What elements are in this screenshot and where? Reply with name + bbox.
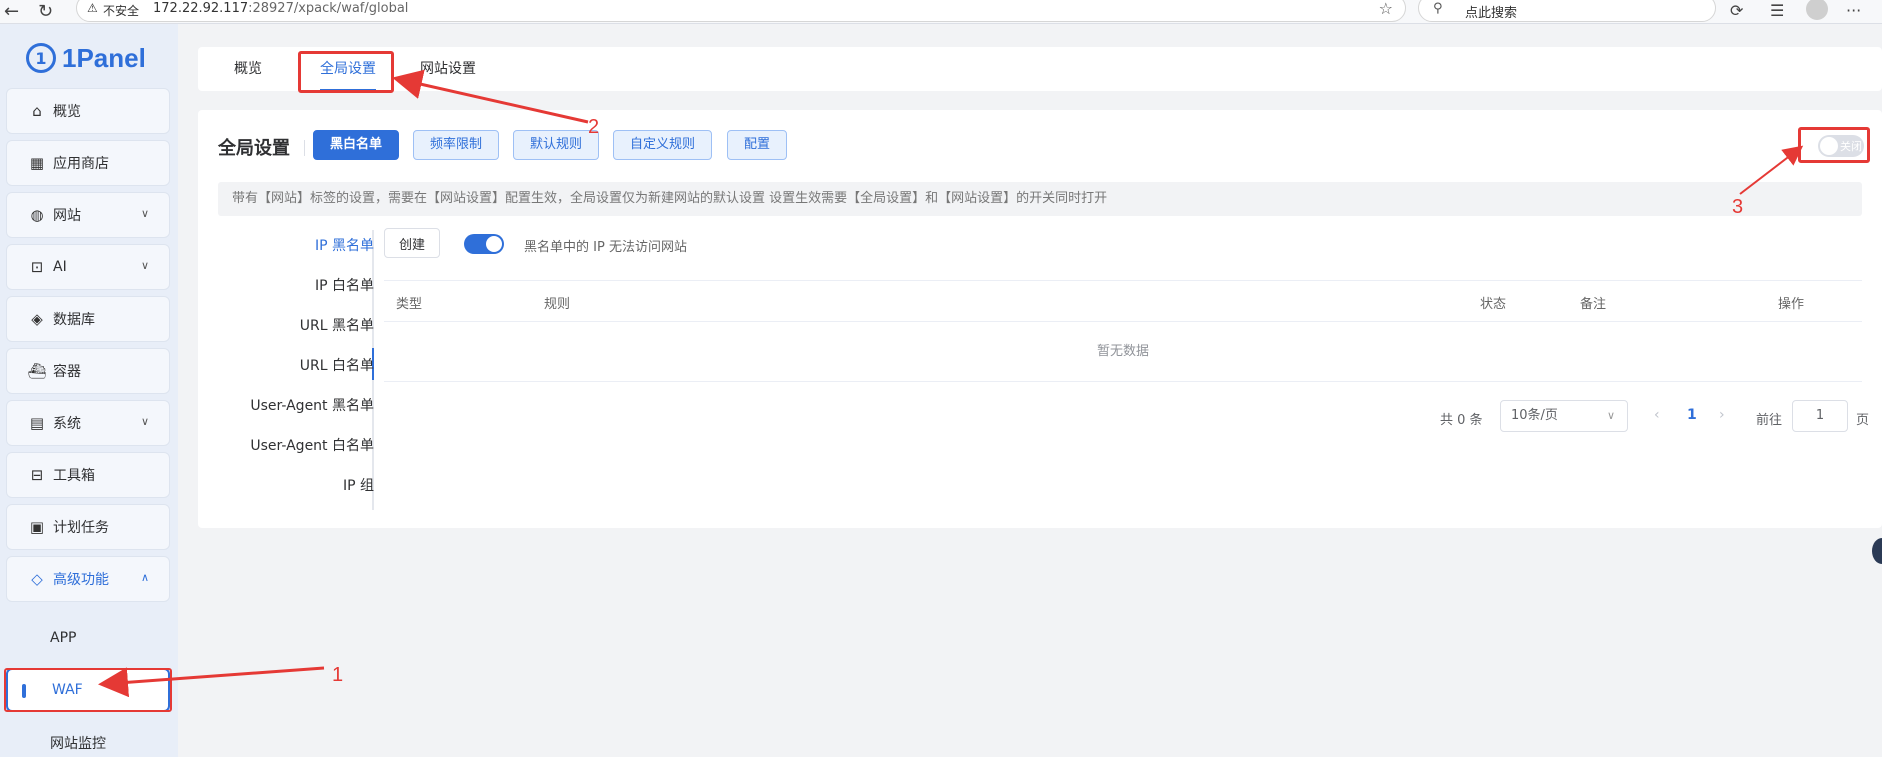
empty-state: 暂无数据: [384, 322, 1862, 382]
chevron-down-icon: ∨: [140, 415, 149, 428]
highlight-box-global-tab: [298, 51, 394, 93]
create-button[interactable]: 创建: [384, 228, 441, 258]
goto-label: 前往: [1756, 413, 1783, 428]
chevron-down-icon: ∨: [140, 207, 149, 220]
browser-toolbar: ← ↻ ⚠ 不安全 172.22.92.117:28927/xpack/waf/…: [0, 0, 1882, 24]
page-title: 全局设置: [218, 138, 290, 159]
highlight-box-toggle: [1798, 127, 1870, 163]
search-placeholder: 点此搜索: [1465, 6, 1518, 21]
nav-ua-blacklist[interactable]: User-Agent 黑名单: [250, 394, 374, 418]
favorites-icon[interactable]: ☰: [1770, 1, 1784, 20]
chevron-down-icon: ∨: [140, 259, 149, 272]
rate-limit-button[interactable]: 频率限制: [413, 130, 500, 160]
sidebar-item-advanced[interactable]: ◇ 高级功能 ∧: [6, 556, 170, 602]
sidebar-item-app-store[interactable]: ▦ 应用商店: [6, 140, 170, 186]
tab-website-settings[interactable]: 网站设置: [420, 47, 476, 91]
back-arrow-icon[interactable]: ←: [4, 1, 19, 22]
sidebar-item-database[interactable]: ◈ 数据库: [6, 296, 170, 342]
toolbox-icon: ⊟: [30, 466, 44, 484]
title-divider: [304, 140, 305, 156]
sidebar-item-ai[interactable]: ⊡ AI ∨: [6, 244, 170, 290]
sidebar-item-website[interactable]: ◍ 网站 ∨: [6, 192, 170, 238]
goto-unit: 页: [1856, 413, 1870, 428]
container-icon: ⛴: [27, 362, 47, 380]
current-page[interactable]: 1: [1687, 407, 1697, 423]
grid-icon: ▦: [29, 154, 45, 172]
floating-assistant-icon[interactable]: [1872, 538, 1882, 564]
blacklist-whitelist-button[interactable]: 黑白名单: [313, 130, 400, 160]
logo-icon: 1: [26, 43, 56, 73]
annotation-number: 2: [588, 116, 600, 138]
ip-blacklist-toggle[interactable]: [464, 234, 504, 254]
custom-rules-button[interactable]: 自定义规则: [613, 130, 713, 160]
sidebar-item-toolbox[interactable]: ⊟ 工具箱: [6, 452, 170, 498]
annotation-number: 3: [1732, 196, 1744, 218]
url-text: 172.22.92.117:28927/xpack/waf/global: [153, 1, 409, 16]
toggle-description: 黑名单中的 IP 无法访问网站: [524, 240, 687, 255]
globe-icon: ◍: [30, 206, 44, 224]
security-label: 不安全: [103, 4, 140, 18]
next-page-icon[interactable]: ›: [1719, 407, 1725, 423]
sidebar-item-overview[interactable]: ⌂ 概览: [6, 88, 170, 134]
nav-ip-group[interactable]: IP 组: [343, 474, 374, 498]
nav-ip-whitelist[interactable]: IP 白名单: [315, 274, 374, 298]
extensions-icon[interactable]: ⟳: [1730, 1, 1743, 20]
col-remark: 备注: [1580, 297, 1607, 312]
avatar[interactable]: [1806, 0, 1828, 20]
toggle-knob: [486, 236, 502, 252]
nav-url-blacklist[interactable]: URL 黑名单: [300, 314, 374, 338]
star-icon[interactable]: ☆: [1379, 0, 1393, 18]
robot-icon: ⊡: [30, 258, 44, 276]
nav-ua-whitelist[interactable]: User-Agent 白名单: [250, 434, 374, 458]
search-icon: ⚲: [1433, 1, 1443, 16]
nav-url-whitelist[interactable]: URL 白名单: [300, 354, 374, 378]
diamond-icon: ◇: [31, 570, 43, 588]
layers-icon: ◈: [31, 310, 43, 328]
address-bar[interactable]: ⚠ 不安全 172.22.92.117:28927/xpack/waf/glob…: [76, 0, 1406, 22]
reload-icon[interactable]: ↻: [38, 1, 53, 22]
table-header: 类型 规则 状态 备注 操作: [384, 280, 1862, 322]
config-button[interactable]: 配置: [727, 130, 788, 160]
chevron-down-icon: ∨: [1606, 409, 1615, 422]
sidebar-subitem-site-monitor[interactable]: 网站监控: [6, 721, 170, 757]
more-icon[interactable]: ···: [1846, 1, 1861, 20]
page-size-select[interactable]: 10条/页 ∨: [1500, 400, 1628, 432]
col-status: 状态: [1480, 297, 1507, 312]
sidebar-item-system[interactable]: ▤ 系统 ∨: [6, 400, 170, 446]
col-actions: 操作: [1778, 297, 1805, 312]
sidebar-subitem-app[interactable]: APP: [6, 616, 170, 660]
col-rule: 规则: [544, 297, 571, 312]
tabs-bar: 概览 全局设置 网站设置: [198, 47, 1882, 91]
global-settings-card: 全局设置 黑白名单 频率限制 默认规则 自定义规则 配置 关闭 带有【网站】标签…: [198, 110, 1882, 528]
col-type: 类型: [396, 297, 423, 312]
highlight-box-waf: [4, 668, 172, 712]
calendar-icon: ▣: [29, 518, 45, 536]
tab-overview[interactable]: 概览: [234, 47, 262, 91]
nav-ip-blacklist[interactable]: IP 黑名单: [315, 234, 374, 258]
server-icon: ▤: [29, 414, 45, 432]
annotation-number: 1: [332, 664, 344, 686]
warning-icon: ⚠: [87, 1, 98, 15]
goto-page-input[interactable]: 1: [1792, 400, 1848, 432]
browser-search-box[interactable]: ⚲ 点此搜索: [1418, 0, 1716, 22]
prev-page-icon[interactable]: ‹: [1654, 407, 1660, 423]
chevron-up-icon: ∧: [140, 571, 149, 584]
pagination-total: 共 0 条: [1440, 413, 1483, 428]
logo: 1 1Panel: [26, 38, 146, 78]
sidebar-item-cron[interactable]: ▣ 计划任务: [6, 504, 170, 550]
home-icon: ⌂: [32, 102, 42, 120]
settings-notice: 带有【网站】标签的设置，需要在【网站设置】配置生效，全局设置仅为新建网站的默认设…: [218, 182, 1862, 216]
sidebar-item-container[interactable]: ⛴ 容器: [6, 348, 170, 394]
default-rules-button[interactable]: 默认规则: [513, 130, 600, 160]
